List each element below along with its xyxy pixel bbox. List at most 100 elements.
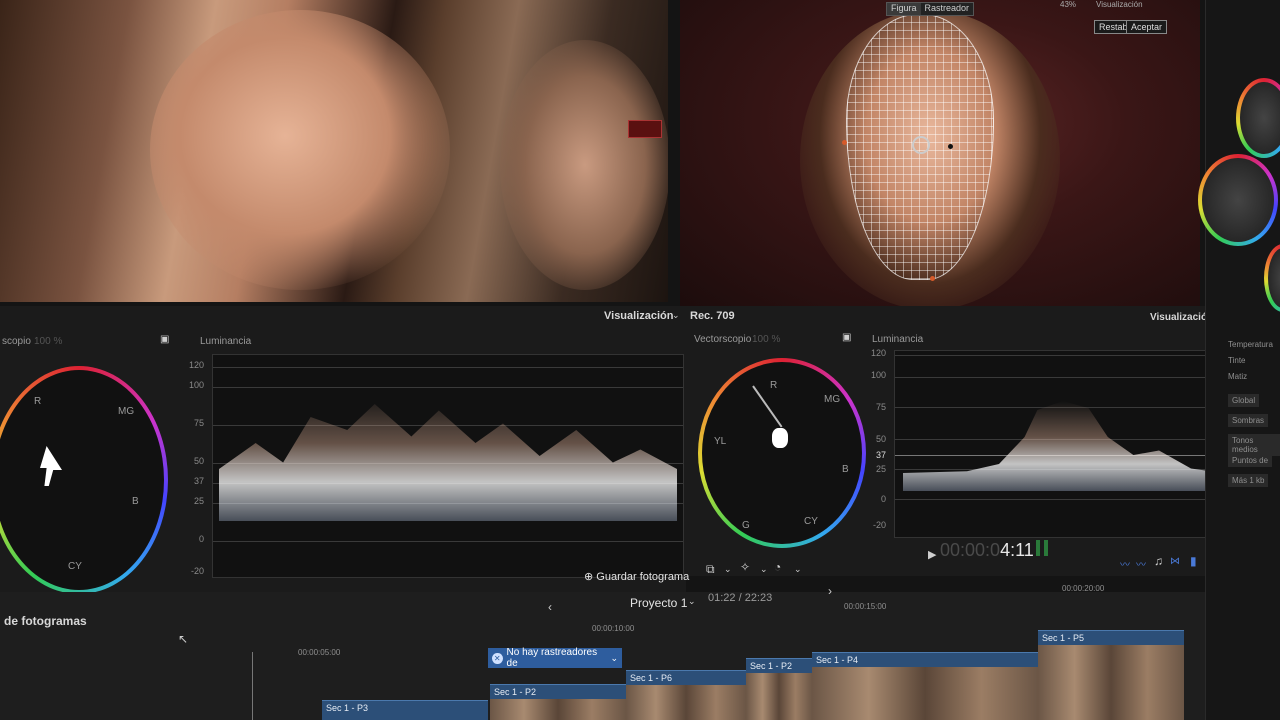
audio-waveform-icon[interactable]: 〰 bbox=[1136, 556, 1146, 571]
inspector-item[interactable]: Global bbox=[1228, 394, 1260, 407]
scale-tick: 120 bbox=[870, 348, 886, 358]
scope-settings-icon[interactable]: ▣ bbox=[160, 334, 169, 345]
woman-face-left bbox=[150, 10, 450, 290]
mesh-edge-handle-left[interactable] bbox=[842, 140, 847, 145]
inspector-item[interactable]: Tonos medios bbox=[1228, 434, 1280, 456]
audio-meter-left bbox=[1036, 540, 1040, 556]
timeline-clip[interactable]: Sec 1 - P2 bbox=[746, 658, 812, 720]
scale-tick: 25 bbox=[193, 496, 204, 506]
color-wheel-shadows[interactable] bbox=[1198, 154, 1278, 246]
mesh-center-handle[interactable] bbox=[912, 136, 930, 154]
project-name[interactable]: Proyecto 1 bbox=[630, 596, 687, 610]
vector-label-cy: CY bbox=[68, 561, 82, 572]
scale-tick: 100 bbox=[870, 370, 886, 380]
clip-label: Sec 1 - P4 bbox=[816, 655, 859, 665]
ruler-mark: 00:00:15:00 bbox=[844, 602, 887, 611]
colorspace-label: Rec. 709 bbox=[690, 310, 735, 322]
clip-thumbnails bbox=[490, 699, 626, 720]
accept-button[interactable]: Aceptar bbox=[1126, 20, 1168, 34]
vectorscope-left bbox=[0, 366, 168, 594]
mesh-edge-handle-bottom[interactable] bbox=[930, 276, 935, 281]
vector-label-b: B bbox=[132, 496, 139, 507]
view-menu-left[interactable]: Visualización bbox=[604, 310, 674, 322]
vector-label-mg: MG bbox=[824, 394, 841, 405]
timecode-display[interactable]: 00:00:04:11 bbox=[940, 540, 1034, 561]
inspector-item[interactable]: Más 1 kb bbox=[1228, 474, 1269, 487]
vector-label-r: R bbox=[34, 396, 42, 407]
snapping-icon[interactable]: ⋈ bbox=[1170, 556, 1180, 567]
chevron-down-icon[interactable]: ⌄ bbox=[672, 310, 680, 321]
zoom-level[interactable]: 43% bbox=[1060, 0, 1076, 9]
mesh-point-handle[interactable] bbox=[948, 144, 953, 149]
inspector-item[interactable]: Puntos de bbox=[1228, 454, 1273, 467]
playhead[interactable] bbox=[252, 652, 253, 720]
back-arrow-icon[interactable]: ‹ bbox=[548, 600, 552, 614]
luma-waveform-right bbox=[894, 350, 1232, 538]
inspector-item[interactable]: Sombras bbox=[1228, 414, 1269, 427]
timeline-clip[interactable]: Sec 1 - P3 bbox=[322, 700, 488, 720]
viewer-right-video[interactable]: Figura Rastreador Restabl. Aceptar 43% V… bbox=[680, 0, 1200, 306]
timeline-clip[interactable]: Sec 1 - P4 bbox=[812, 652, 1038, 720]
transform-icon[interactable]: ⧉ bbox=[706, 562, 715, 577]
man-face bbox=[500, 40, 668, 290]
magic-wand-icon[interactable]: ✧ bbox=[740, 560, 750, 574]
timeline-area: de fotogramas ‹ Proyecto 1 ⌄ 01:22 / 22:… bbox=[0, 584, 1250, 720]
clip-thumbnails bbox=[812, 667, 1038, 720]
luma-waveform-left bbox=[212, 354, 684, 578]
vectorscope-pct-right: 100 % bbox=[752, 334, 781, 345]
tracker-marker[interactable] bbox=[628, 120, 662, 138]
color-wheel-midtones[interactable] bbox=[1264, 244, 1280, 312]
forward-arrow-icon[interactable]: › bbox=[828, 584, 832, 598]
clip-label: Sec 1 - P3 bbox=[326, 703, 369, 713]
chevron-down-icon[interactable]: ⌄ bbox=[688, 596, 696, 607]
viewer-left-video[interactable] bbox=[0, 0, 668, 302]
save-frame-label: Guardar fotograma bbox=[596, 571, 690, 583]
timecode-bright: 4:11 bbox=[1000, 540, 1034, 560]
vector-label-mg: MG bbox=[118, 406, 135, 417]
tracker-notice-text: No hay rastreadores de bbox=[506, 647, 598, 669]
inspector-item[interactable]: Temperatura bbox=[1228, 340, 1273, 349]
inspector-item[interactable]: Matiz bbox=[1228, 372, 1247, 381]
luma-trace-right bbox=[903, 401, 1223, 491]
timeline-clip[interactable]: Sec 1 - P6 bbox=[626, 670, 746, 720]
inspector-item[interactable]: Tinte bbox=[1228, 356, 1246, 365]
scale-tick: 75 bbox=[875, 402, 886, 412]
save-frame-button[interactable]: ⊕ Guardar fotograma bbox=[584, 570, 689, 583]
tracker-notice-badge[interactable]: ✕ No hay rastreadores de ⌄ bbox=[488, 647, 622, 669]
scale-tick: -20 bbox=[872, 520, 886, 530]
close-icon[interactable]: ✕ bbox=[492, 652, 503, 664]
scale-tick: 0 bbox=[880, 494, 886, 504]
chevron-down-icon[interactable]: ⌄ bbox=[610, 653, 618, 664]
ruler-mark: 00:00:10:00 bbox=[592, 624, 635, 633]
view-menu-right[interactable]: Visualización bbox=[1150, 312, 1213, 323]
tab-figura[interactable]: Figura bbox=[887, 3, 921, 15]
scopes-panel-left: Visualización ⌄ scopio 100 % ▣ R MG B CY… bbox=[0, 306, 686, 596]
scale-tick: 75 bbox=[193, 418, 204, 428]
play-icon[interactable]: ▶ bbox=[928, 548, 936, 561]
chevron-down-icon[interactable]: ⌄ bbox=[760, 564, 768, 575]
vector-label-r: R bbox=[770, 380, 778, 391]
frame-browser-title: de fotogramas bbox=[4, 614, 87, 628]
tab-rastreador[interactable]: Rastreador bbox=[921, 3, 974, 15]
scale-tick: 50 bbox=[193, 456, 204, 466]
select-tool-icon[interactable]: ↖ bbox=[178, 632, 188, 646]
timeline-clip[interactable]: Sec 1 - P2 bbox=[490, 684, 626, 720]
plus-circle-icon: ⊕ bbox=[584, 571, 594, 583]
chevron-down-icon[interactable]: ⌄ bbox=[724, 564, 732, 575]
color-inspector: Temperatura Tinte Matiz Global Sombras T… bbox=[1202, 0, 1280, 720]
timeline-clip[interactable]: Sec 1 - P5 bbox=[1038, 630, 1184, 720]
headphones-icon[interactable]: ♫ bbox=[1154, 554, 1163, 568]
view-menu-top[interactable]: Visualización bbox=[1096, 0, 1143, 9]
color-wheel-global[interactable] bbox=[1236, 78, 1280, 158]
clip-thumbnails bbox=[626, 685, 746, 720]
audio-meter-right bbox=[1044, 540, 1048, 556]
luma-title-right: Luminancia bbox=[872, 334, 924, 345]
skimming-icon[interactable]: ▮ bbox=[1190, 554, 1197, 568]
ruler-mark: 00:00:20:00 bbox=[1062, 584, 1105, 593]
scope-settings-icon[interactable]: ▣ bbox=[842, 332, 851, 343]
scale-tick: -20 bbox=[190, 566, 204, 576]
audio-waveform-icon[interactable]: 〰 bbox=[1120, 556, 1130, 571]
speed-gauge-icon[interactable]: ◔ bbox=[774, 560, 781, 574]
chevron-down-icon[interactable]: ⌄ bbox=[794, 564, 802, 575]
luma-trace-left bbox=[219, 404, 677, 521]
